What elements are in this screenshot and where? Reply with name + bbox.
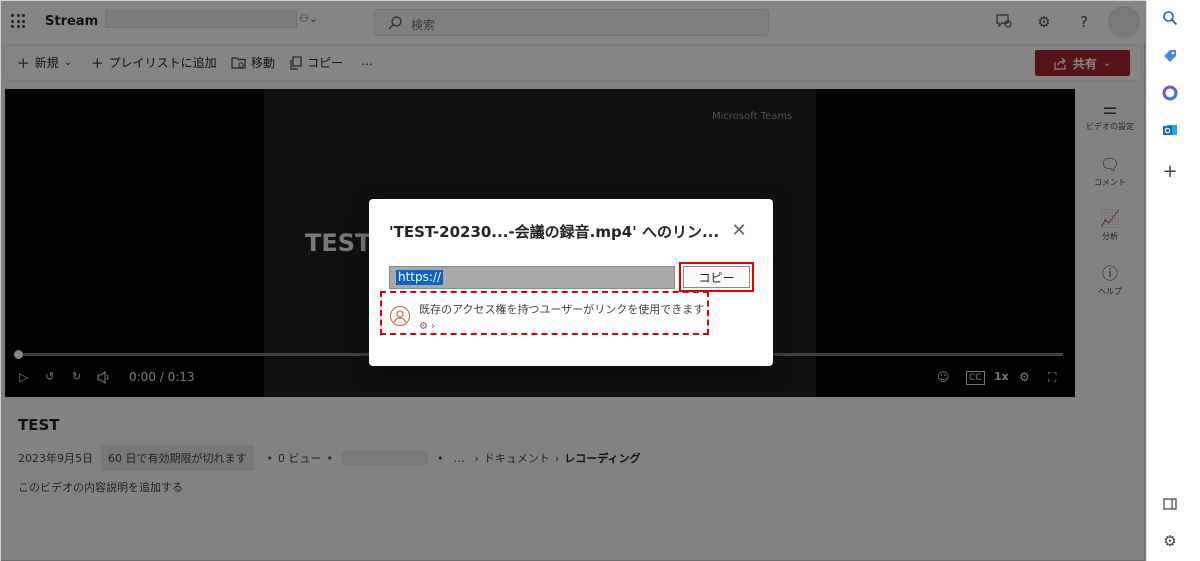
copy-link-highlight: コピー (679, 262, 754, 292)
copilot-icon[interactable] (1160, 85, 1180, 105)
access-description: 既存のアクセス権を持つユーザーがリンクを使用できます ⚙ › (419, 302, 709, 335)
close-icon[interactable]: ✕ (729, 221, 749, 241)
browser-sidebar: + ⚙ (1146, 0, 1200, 561)
outlook-icon[interactable] (1160, 122, 1180, 142)
sidebar-toggle-icon[interactable] (1160, 495, 1180, 515)
add-icon[interactable]: + (1160, 162, 1180, 182)
person-icon (390, 306, 410, 326)
copy-link-dialog: 'TEST-20230...-会議の録音.mp4' へのリン... ✕ http… (369, 199, 773, 366)
copy-link-button[interactable]: コピー (683, 266, 750, 288)
dialog-title: 'TEST-20230...-会議の録音.mp4' へのリン... (389, 223, 720, 241)
access-text: 既存のアクセス権を持つユーザーがリンクを使用できます (419, 303, 705, 316)
search-icon[interactable] (1160, 10, 1180, 30)
gear-chevron-icon: ⚙ › (419, 321, 436, 332)
link-url-field[interactable]: https:// (389, 266, 675, 289)
link-url-text: https:// (396, 270, 444, 285)
access-settings-highlight[interactable]: 既存のアクセス権を持つユーザーがリンクを使用できます ⚙ › (380, 291, 709, 335)
tag-icon[interactable] (1160, 48, 1180, 68)
sidebar-settings-icon[interactable]: ⚙ (1160, 531, 1180, 551)
